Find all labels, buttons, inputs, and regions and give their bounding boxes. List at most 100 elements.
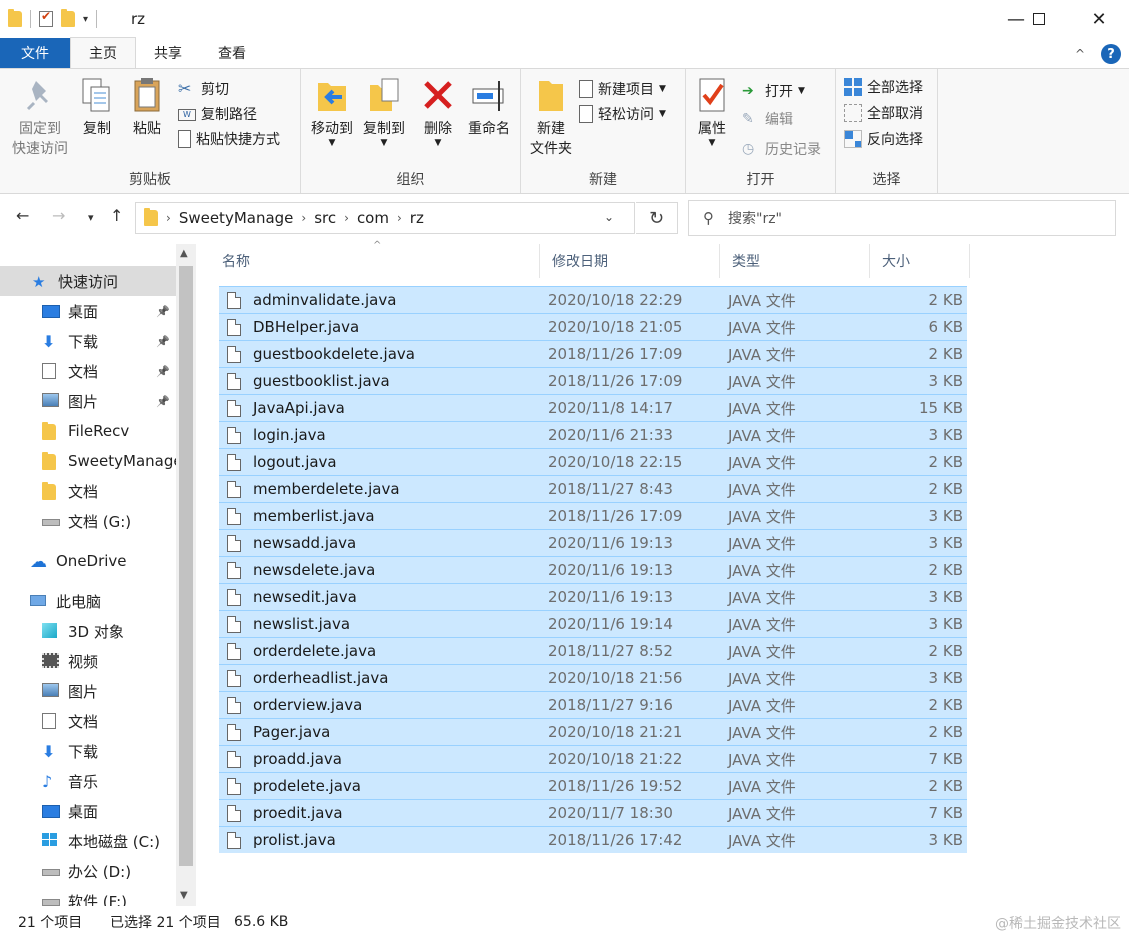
nav-item[interactable]: 桌面: [0, 796, 176, 826]
nav-item[interactable]: 图片: [0, 676, 176, 706]
file-row[interactable]: orderdelete.java 2018/11/27 8:52 JAVA 文件 2 …: [219, 637, 967, 664]
customize-toolbar-chevron-icon[interactable]: ▾: [83, 14, 88, 25]
file-row[interactable]: guestbookdelete.java 2018/11/26 17:09 JAVA…: [219, 340, 967, 367]
address-dropdown-chevron-icon[interactable]: ⌄: [604, 210, 614, 224]
open-button[interactable]: ➔ 打开 ▼: [742, 79, 805, 103]
breadcrumb-com[interactable]: com: [357, 209, 389, 227]
tab-share[interactable]: 共享: [136, 38, 200, 68]
scrollbar-thumb[interactable]: [179, 266, 193, 866]
nav-item[interactable]: 文档 📌: [0, 356, 176, 386]
cut-button[interactable]: ✂ 剪切: [178, 77, 229, 101]
new-folder-icon[interactable]: [61, 9, 75, 27]
up-arrow-icon[interactable]: ↑: [110, 206, 123, 225]
select-none-button[interactable]: 全部取消: [844, 101, 923, 125]
tab-home[interactable]: 主页: [70, 37, 136, 68]
address-bar[interactable]: › SweetyManage › src › com › rz: [135, 202, 635, 234]
delete-button[interactable]: 删除 ▼: [417, 75, 459, 148]
breadcrumb-sweetymanage[interactable]: SweetyManage: [179, 209, 294, 227]
copy-button[interactable]: 复制: [76, 75, 118, 139]
pin-to-quick-access-button[interactable]: 固定到 快速访问: [8, 75, 72, 159]
search-box[interactable]: ⚲ 搜索"rz": [688, 200, 1116, 236]
easy-access-button[interactable]: 轻松访问 ▼: [579, 102, 666, 126]
file-row[interactable]: DBHelper.java 2020/10/18 21:05 JAVA 文件 6 KB: [219, 313, 967, 340]
properties-icon[interactable]: [39, 9, 53, 27]
properties-button[interactable]: 属性 ▼: [692, 75, 732, 148]
column-header-size[interactable]: 大小: [870, 244, 970, 278]
nav-scrollbar[interactable]: ▲ ▼: [176, 244, 196, 906]
file-row[interactable]: guestbooklist.java 2018/11/26 17:09 JAVA 文…: [219, 367, 967, 394]
file-row[interactable]: proadd.java 2020/10/18 21:22 JAVA 文件 7 KB: [219, 745, 967, 772]
tab-file[interactable]: 文件: [0, 38, 70, 68]
maximize-button[interactable]: [1016, 0, 1062, 38]
file-row[interactable]: prodelete.java 2018/11/26 19:52 JAVA 文件 2 K…: [219, 772, 967, 799]
scroll-up-icon[interactable]: ▲: [180, 248, 188, 259]
file-row[interactable]: prolist.java 2018/11/26 17:42 JAVA 文件 3 KB: [219, 826, 967, 853]
nav-item[interactable]: ☁ OneDrive: [0, 546, 176, 576]
collapse-ribbon-chevron-icon[interactable]: ^: [1075, 47, 1085, 61]
nav-item[interactable]: 办公 (D:): [0, 856, 176, 886]
nav-item[interactable]: 文档: [0, 706, 176, 736]
file-row[interactable]: adminvalidate.java 2020/10/18 22:29 JAVA 文…: [219, 286, 967, 313]
paste-shortcut-button[interactable]: 粘贴快捷方式: [178, 127, 280, 151]
nav-item[interactable]: 桌面 📌: [0, 296, 176, 326]
column-header-type[interactable]: 类型: [720, 244, 870, 278]
invert-selection-button[interactable]: 反向选择: [844, 127, 923, 151]
nav-item[interactable]: ★ 快速访问: [0, 266, 176, 296]
file-row[interactable]: memberdelete.java 2018/11/27 8:43 JAVA 文件 2…: [219, 475, 967, 502]
breadcrumb-src[interactable]: src: [314, 209, 336, 227]
nav-item[interactable]: 此电脑: [0, 586, 176, 616]
nav-item[interactable]: 软件 (F:): [0, 886, 176, 906]
tab-view[interactable]: 查看: [200, 38, 264, 68]
edit-button[interactable]: ✎ 编辑: [742, 107, 793, 131]
rename-button[interactable]: 重命名: [463, 75, 515, 139]
nav-item[interactable]: 视频: [0, 646, 176, 676]
refresh-button[interactable]: ↻: [636, 202, 678, 234]
column-header-name[interactable]: 名称: [210, 244, 540, 278]
file-row[interactable]: JavaApi.java 2020/11/8 14:17 JAVA 文件 15 KB: [219, 394, 967, 421]
column-header-date[interactable]: 修改日期: [540, 244, 720, 278]
file-row[interactable]: newsadd.java 2020/11/6 19:13 JAVA 文件 3 KB: [219, 529, 967, 556]
scroll-down-icon[interactable]: ▼: [180, 890, 188, 901]
nav-item[interactable]: 图片 📌: [0, 386, 176, 416]
file-row[interactable]: Pager.java 2020/10/18 21:21 JAVA 文件 2 KB: [219, 718, 967, 745]
chevron-right-icon[interactable]: ›: [397, 211, 402, 225]
file-row[interactable]: newsedit.java 2020/11/6 19:13 JAVA 文件 3 KB: [219, 583, 967, 610]
nav-item[interactable]: 文档: [0, 476, 176, 506]
copy-path-button[interactable]: W 复制路径: [178, 102, 257, 126]
forward-arrow-icon[interactable]: →: [52, 206, 65, 225]
move-to-button[interactable]: 移动到 ▼: [305, 75, 359, 148]
new-item-button[interactable]: 新建项目 ▼: [579, 77, 666, 101]
nav-item[interactable]: FileRecv: [0, 416, 176, 446]
file-row[interactable]: newslist.java 2020/11/6 19:14 JAVA 文件 3 KB: [219, 610, 967, 637]
chevron-right-icon[interactable]: ›: [301, 211, 306, 225]
history-button[interactable]: ◷ 历史记录: [742, 137, 821, 161]
nav-item[interactable]: ⬇ 下载: [0, 736, 176, 766]
copy-to-button[interactable]: 复制到 ▼: [357, 75, 411, 148]
file-row[interactable]: newsdelete.java 2020/11/6 19:13 JAVA 文件 2 K…: [219, 556, 967, 583]
nav-item[interactable]: 文档 (G:): [0, 506, 176, 536]
new-folder-button[interactable]: 新建 文件夹: [525, 75, 577, 159]
close-button[interactable]: ✕: [1076, 0, 1122, 38]
nav-item[interactable]: 3D 对象: [0, 616, 176, 646]
chevron-right-icon[interactable]: ›: [344, 211, 349, 225]
nav-item-label: 桌面: [68, 302, 99, 321]
file-row[interactable]: logout.java 2020/10/18 22:15 JAVA 文件 2 KB: [219, 448, 967, 475]
chevron-right-icon[interactable]: ›: [166, 211, 171, 225]
file-row[interactable]: proedit.java 2020/11/7 18:30 JAVA 文件 7 KB: [219, 799, 967, 826]
nav-item[interactable]: ⬇ 下载 📌: [0, 326, 176, 356]
nav-item[interactable]: 本地磁盘 (C:): [0, 826, 176, 856]
help-icon[interactable]: ?: [1101, 44, 1121, 64]
breadcrumb-rz[interactable]: rz: [410, 209, 424, 227]
nav-item[interactable]: ♪ 音乐: [0, 766, 176, 796]
file-row[interactable]: orderheadlist.java 2020/10/18 21:56 JAVA 文…: [219, 664, 967, 691]
paste-button[interactable]: 粘贴: [126, 75, 168, 139]
back-arrow-icon[interactable]: ←: [16, 206, 29, 225]
nav-item[interactable]: SweetyManage: [0, 446, 176, 476]
file-row[interactable]: login.java 2020/11/6 21:33 JAVA 文件 3 KB: [219, 421, 967, 448]
recent-locations-chevron-icon[interactable]: ▾: [88, 211, 94, 224]
file-name: Pager.java: [253, 723, 331, 741]
select-all-button[interactable]: 全部选择: [844, 75, 923, 99]
file-row[interactable]: orderview.java 2018/11/27 9:16 JAVA 文件 2 KB: [219, 691, 967, 718]
file-row[interactable]: memberlist.java 2018/11/26 17:09 JAVA 文件 3 …: [219, 502, 967, 529]
search-input[interactable]: 搜索"rz": [728, 208, 782, 228]
